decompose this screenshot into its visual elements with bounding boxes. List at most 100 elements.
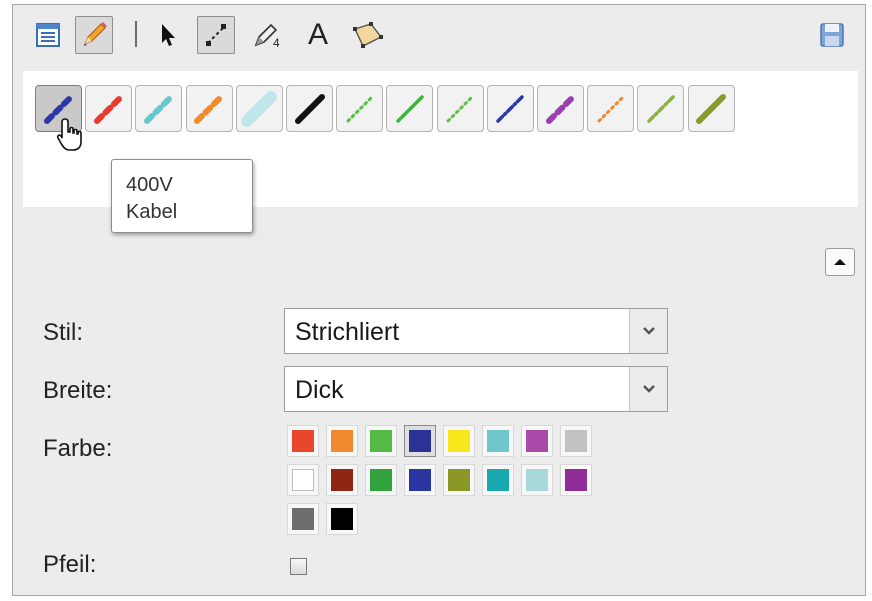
text-tool-button[interactable]: A [299,16,337,54]
color-chip [565,430,587,452]
pen-button[interactable] [486,85,534,132]
pen-stroke-icon [446,95,474,122]
color-chip [370,469,392,491]
color-chip [487,430,509,452]
color-chip [292,508,314,530]
pen-button[interactable] [537,85,584,132]
pen-button[interactable] [587,85,635,132]
numbered-pen-button[interactable]: 4 [249,16,287,54]
color-chip [487,469,509,491]
pen-button[interactable] [235,85,283,132]
polygon-tool-button[interactable] [349,16,387,54]
color-chip [331,469,353,491]
pen-stroke-icon [696,93,727,124]
color-chip [331,508,353,530]
color-swatch[interactable] [326,503,358,535]
tooltip-voltage: 400V [126,174,173,196]
save-button[interactable] [813,16,851,54]
pen-button[interactable] [687,85,735,132]
pen-stroke-icon [93,93,124,124]
toolbar-separator [135,21,137,47]
polygon-icon [353,22,383,48]
save-icon [820,23,844,47]
color-swatch[interactable] [560,464,592,496]
pen-stroke-icon [496,94,525,123]
color-swatch[interactable] [326,464,358,496]
chevron-down-icon [642,327,655,335]
color-swatch[interactable] [287,464,319,496]
pen-button[interactable] [336,85,384,132]
stil-select[interactable]: Strichliert [284,308,668,354]
color-swatch[interactable] [521,464,553,496]
color-chip [370,430,392,452]
breite-select[interactable]: Dick [284,366,668,412]
pen-button[interactable] [386,85,434,132]
tooltip-type: Kabel [126,201,178,223]
color-swatch[interactable] [482,425,514,457]
pen-number-badge: 4 [273,36,280,50]
color-swatch[interactable] [482,464,514,496]
line-tool-button[interactable] [197,16,235,54]
color-chip [409,469,431,491]
color-chip [526,469,548,491]
color-chip [292,430,314,452]
color-chip [292,469,314,491]
text-icon: A [307,18,328,51]
stil-value: Strichliert [295,318,400,346]
chevron-up-icon [834,259,846,265]
stil-dropdown-arrow[interactable] [629,309,667,353]
color-swatch[interactable] [404,464,436,496]
breite-dropdown-arrow[interactable] [629,367,667,411]
pointer-tool-button[interactable] [149,16,187,54]
collapse-button[interactable] [825,248,855,276]
farbe-label: Farbe: [43,435,113,462]
pen-button[interactable] [85,85,133,132]
pen-button[interactable] [185,85,233,132]
pen-stroke-icon [597,95,625,122]
chevron-down-icon [642,385,655,393]
pfeil-label: Pfeil: [43,551,97,578]
pen-tooltip: 400V Kabel [111,159,253,233]
pen-button[interactable] [286,85,333,132]
hand-cursor-icon [56,118,82,151]
breite-label: Breite: [43,377,113,404]
pfeil-checkbox[interactable] [290,558,307,575]
color-swatch[interactable] [326,425,358,457]
pen-stroke-icon [346,95,374,122]
color-swatch[interactable] [365,464,397,496]
pen-stroke-icon [194,93,225,124]
pencil-tool-button[interactable] [75,16,113,54]
color-swatch[interactable] [521,425,553,457]
color-swatch[interactable] [365,425,397,457]
pen-stroke-icon [143,93,174,124]
pen-stroke-icon [294,93,325,124]
color-swatch[interactable] [287,503,319,535]
color-swatch[interactable] [287,425,319,457]
color-chip [331,430,353,452]
line-points-icon [206,24,226,46]
toolbar: 4 A [13,5,865,69]
pencil-icon [84,22,107,46]
color-swatch[interactable] [404,425,436,457]
color-swatch[interactable] [443,425,475,457]
pen-button[interactable] [436,85,484,132]
stil-label: Stil: [43,319,84,346]
pen-stroke-icon [545,93,576,124]
color-chip [448,430,470,452]
color-chip [526,430,548,452]
pointer-icon [162,24,175,46]
pen-stroke-icon [396,94,424,123]
color-chip [448,469,470,491]
color-swatch[interactable] [560,425,592,457]
table-view-button[interactable] [29,16,67,54]
color-chip [565,469,587,491]
table-icon [36,23,60,47]
color-chip [409,430,431,452]
breite-value: Dick [295,376,344,404]
pen-stroke-icon [241,90,278,127]
color-swatch[interactable] [443,464,475,496]
pen-stroke-icon [647,94,675,123]
pen-button[interactable] [637,85,685,132]
pen-settings-panel: 4 A 400V Kabel Stil: Strichliert Breite:… [12,4,866,596]
pen-button[interactable] [135,85,183,132]
